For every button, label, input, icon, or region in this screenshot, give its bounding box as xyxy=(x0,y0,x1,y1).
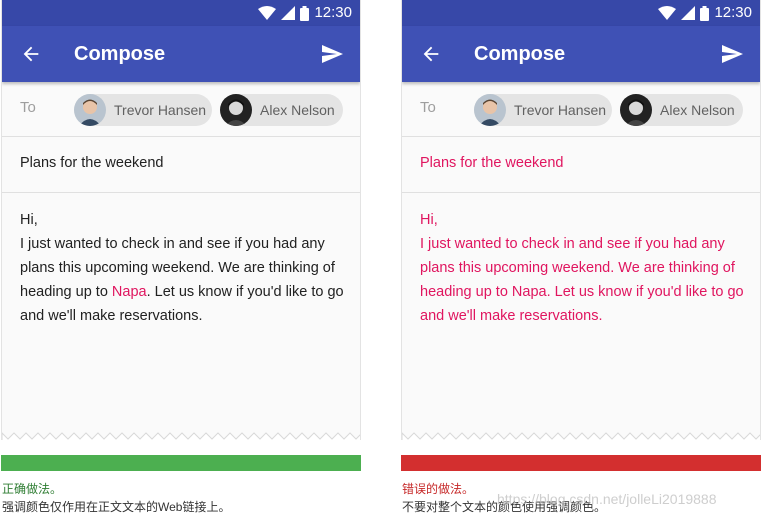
to-label: To xyxy=(20,99,36,116)
cellular-icon xyxy=(681,6,696,20)
avatar xyxy=(74,94,106,126)
recipient-chip[interactable]: Alex Nelson xyxy=(220,94,343,126)
subject-field[interactable]: Plans for the weekend xyxy=(2,137,360,193)
wifi-icon xyxy=(258,6,277,20)
greeting-text: Hi, xyxy=(20,212,38,228)
arrow-back-icon[interactable] xyxy=(20,43,42,65)
subject-text: Plans for the weekend xyxy=(420,155,564,171)
wifi-icon xyxy=(658,6,677,20)
torn-edge xyxy=(402,432,760,440)
app-bar: Compose xyxy=(2,26,360,82)
recipient-chip[interactable]: Alex Nelson xyxy=(620,94,743,126)
to-label: To xyxy=(420,99,436,116)
page-title: Compose xyxy=(74,43,166,65)
send-icon[interactable] xyxy=(720,42,744,66)
page-title: Compose xyxy=(474,43,566,65)
torn-edge xyxy=(2,432,360,440)
cellular-icon xyxy=(281,6,296,20)
app-bar: Compose xyxy=(402,26,760,82)
status-bar: 12:30 xyxy=(402,0,760,26)
battery-icon xyxy=(700,5,710,21)
recipient-chip[interactable]: Trevor Hansen xyxy=(74,94,212,126)
recipient-name: Trevor Hansen xyxy=(514,102,607,118)
arrow-back-icon[interactable] xyxy=(420,43,442,65)
send-icon[interactable] xyxy=(320,42,344,66)
battery-icon xyxy=(300,5,310,21)
message-body[interactable]: Hi, I just wanted to check in and see if… xyxy=(420,208,746,328)
wrong-caption-title: 错误的做法。 xyxy=(402,482,475,496)
recipient-name: Trevor Hansen xyxy=(114,102,207,118)
recipient-name: Alex Nelson xyxy=(660,102,735,118)
web-link[interactable]: Napa xyxy=(112,284,147,300)
recipient-name: Alex Nelson xyxy=(260,102,335,118)
web-link[interactable]: Napa xyxy=(512,284,547,300)
correct-caption-description: 强调颜色仅作用在正文文本的Web链接上。 xyxy=(2,500,231,514)
wrong-bar xyxy=(401,455,761,471)
status-bar: 12:30 xyxy=(2,0,360,26)
recipient-chip[interactable]: Trevor Hansen xyxy=(474,94,612,126)
message-body[interactable]: Hi, I just wanted to check in and see if… xyxy=(20,208,346,328)
correct-caption-title: 正确做法。 xyxy=(2,482,63,496)
status-time: 12:30 xyxy=(714,4,752,21)
greeting-text: Hi, xyxy=(420,212,438,228)
avatar xyxy=(220,94,252,126)
watermark: https://blog.csdn.net/jolleLi2019888 xyxy=(497,491,717,507)
subject-field[interactable]: Plans for the weekend xyxy=(402,137,760,193)
phone-screen: 12:30 Compose To Trevor Hansen Alex Nels… xyxy=(1,0,361,440)
status-time: 12:30 xyxy=(314,4,352,21)
avatar xyxy=(620,94,652,126)
avatar xyxy=(474,94,506,126)
wrong-example-panel: 12:30 Compose To Trevor Hansen Alex Nels… xyxy=(401,0,761,472)
subject-text: Plans for the weekend xyxy=(20,155,164,171)
recipients-row[interactable]: To Trevor Hansen Alex Nelson xyxy=(402,82,760,137)
correct-bar xyxy=(1,455,361,471)
recipients-row[interactable]: To Trevor Hansen Alex Nelson xyxy=(2,82,360,137)
phone-screen: 12:30 Compose To Trevor Hansen Alex Nels… xyxy=(401,0,761,440)
correct-example-panel: 12:30 Compose To Trevor Hansen Alex Nels… xyxy=(1,0,361,472)
